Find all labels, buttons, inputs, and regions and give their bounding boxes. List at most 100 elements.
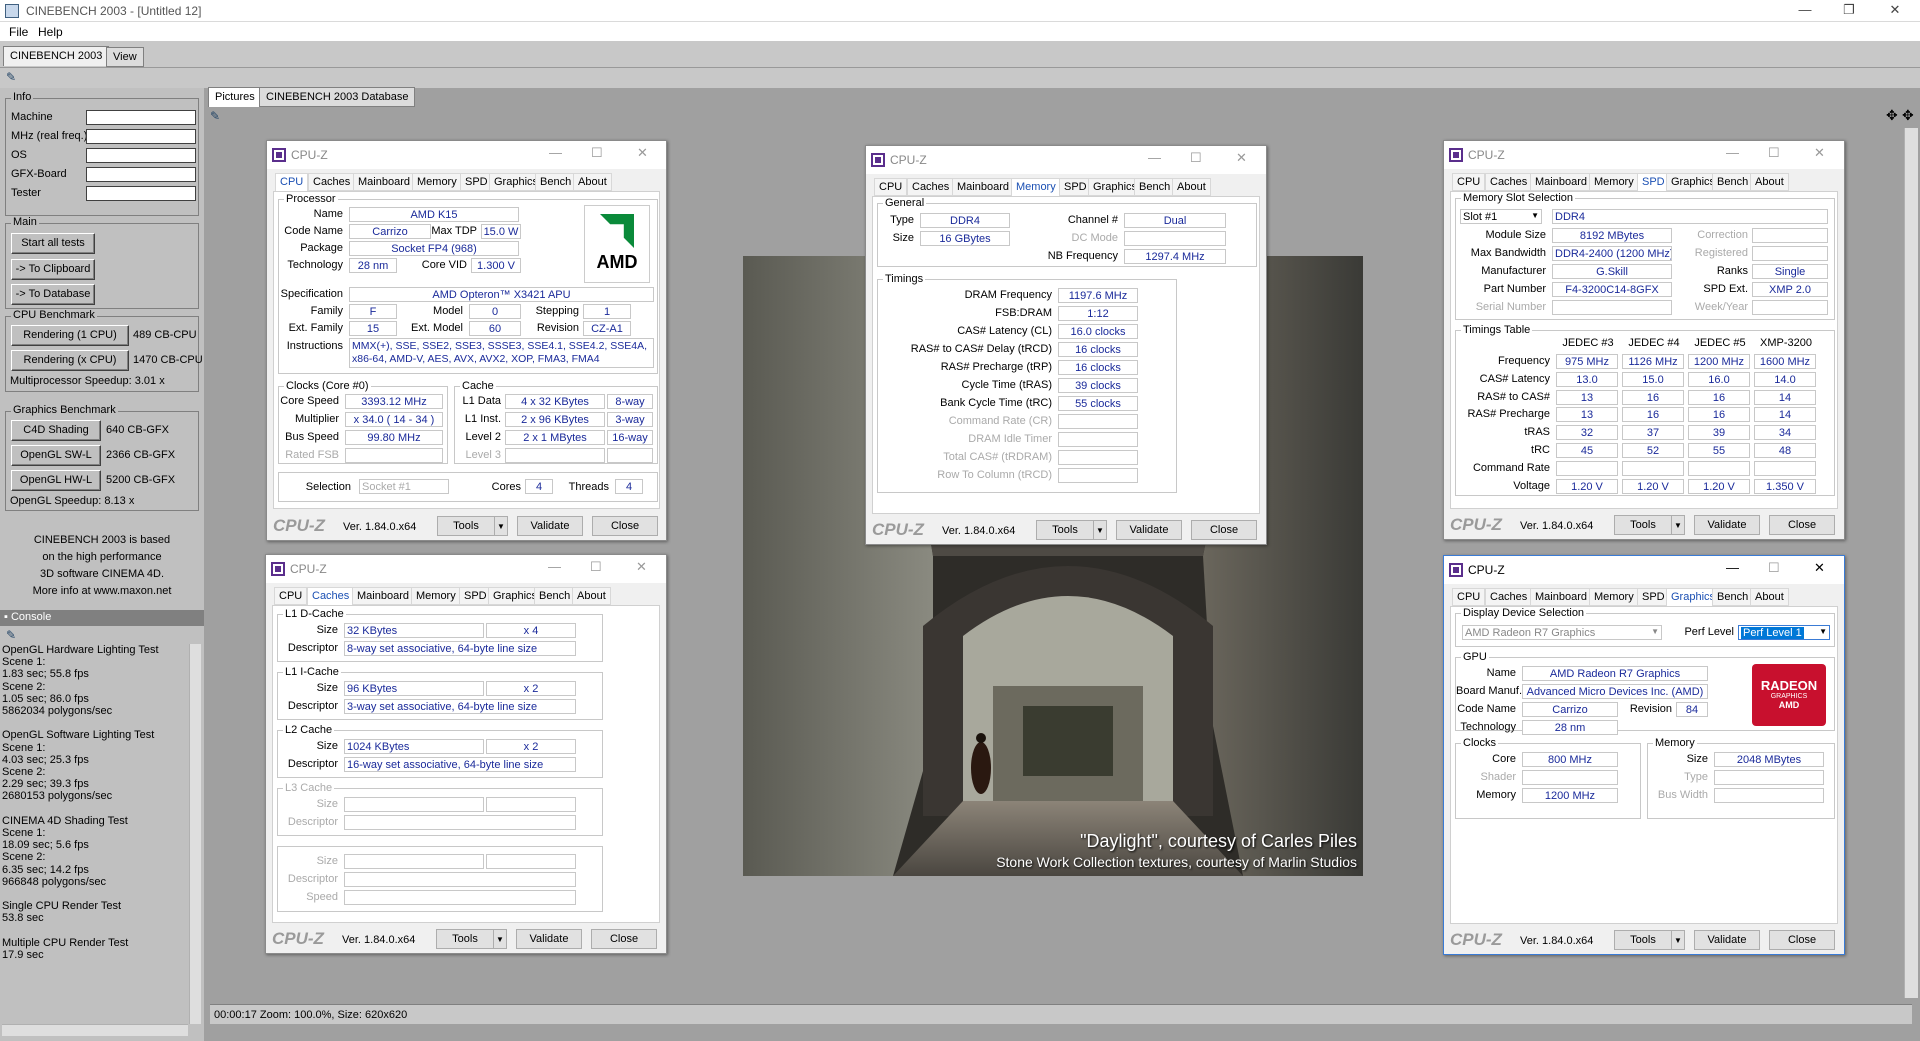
- tab-mainboard[interactable]: Mainboard: [1530, 173, 1592, 191]
- restore-button[interactable]: ❐: [1827, 2, 1871, 20]
- tools-button[interactable]: Tools: [436, 929, 494, 949]
- maximize-button[interactable]: ☐: [591, 145, 603, 161]
- minimize-button[interactable]: —: [1726, 145, 1739, 160]
- tab-caches[interactable]: Caches: [1485, 588, 1533, 606]
- tab-memory[interactable]: Memory: [1011, 178, 1061, 196]
- minimize-button[interactable]: —: [549, 145, 562, 160]
- console-hscrollbar[interactable]: [2, 1024, 188, 1036]
- maximize-button[interactable]: ☐: [1768, 145, 1780, 161]
- perf-level-select[interactable]: Perf Level 1 ▼: [1738, 625, 1830, 640]
- socket-select[interactable]: Socket #1: [359, 479, 449, 494]
- tools-dropdown[interactable]: ▼: [1093, 520, 1107, 540]
- tab-mainboard[interactable]: Mainboard: [1530, 588, 1592, 606]
- tab-bench[interactable]: Bench: [1712, 173, 1754, 191]
- tab-caches[interactable]: Caches: [1485, 173, 1533, 191]
- maximize-button[interactable]: ☐: [1768, 560, 1780, 576]
- tab-cpu[interactable]: CPU: [1452, 588, 1486, 606]
- tab-memory[interactable]: Memory: [1589, 173, 1639, 191]
- tab-spd[interactable]: SPD: [459, 587, 492, 605]
- tab-cpu[interactable]: CPU: [1452, 173, 1486, 191]
- tab-spd[interactable]: SPD: [1637, 588, 1670, 606]
- tab-bench[interactable]: Bench: [1134, 178, 1176, 196]
- close-button[interactable]: ✕: [1873, 2, 1917, 20]
- tab-memory[interactable]: Memory: [1589, 588, 1639, 606]
- tab-caches[interactable]: Caches: [307, 587, 355, 605]
- render-xcpu-button[interactable]: Rendering (x CPU): [11, 350, 129, 371]
- gfx-board-field[interactable]: [86, 167, 196, 182]
- close-button[interactable]: ✕: [1236, 150, 1247, 166]
- tab-view[interactable]: View: [106, 47, 144, 67]
- menu-help[interactable]: Help: [38, 25, 63, 39]
- tools-button[interactable]: Tools: [437, 516, 495, 536]
- viewport-scrollbar[interactable]: [1904, 128, 1918, 998]
- menu-file[interactable]: File: [9, 25, 28, 39]
- tab-mainboard[interactable]: Mainboard: [952, 178, 1014, 196]
- tab-pictures[interactable]: Pictures: [208, 87, 262, 107]
- tools-button[interactable]: Tools: [1614, 515, 1672, 535]
- tab-bench[interactable]: Bench: [535, 173, 577, 191]
- tester-field[interactable]: [86, 186, 196, 201]
- close-button[interactable]: Close: [591, 929, 657, 949]
- tab-bench[interactable]: Bench: [534, 587, 576, 605]
- machine-field[interactable]: [86, 110, 196, 125]
- zoom-icon[interactable]: ✥: [1902, 107, 1914, 124]
- tab-database[interactable]: CINEBENCH 2003 Database: [259, 87, 416, 107]
- tab-cpu[interactable]: CPU: [874, 178, 908, 196]
- tab-about[interactable]: About: [572, 587, 611, 605]
- tools-button[interactable]: Tools: [1614, 930, 1672, 950]
- opengl-hwl-button[interactable]: OpenGL HW-L: [11, 470, 101, 491]
- slot-select[interactable]: Slot #1 ▼: [1460, 209, 1542, 224]
- tab-bench[interactable]: Bench: [1712, 588, 1754, 606]
- start-all-tests-button[interactable]: Start all tests: [11, 233, 95, 254]
- tab-spd[interactable]: SPD: [1637, 173, 1670, 191]
- tab-mainboard[interactable]: Mainboard: [352, 587, 414, 605]
- tools-dropdown[interactable]: ▼: [1671, 515, 1685, 535]
- tab-memory[interactable]: Memory: [412, 173, 462, 191]
- close-button[interactable]: Close: [592, 516, 658, 536]
- tab-cinebench[interactable]: CINEBENCH 2003: [3, 46, 110, 66]
- tools-button[interactable]: Tools: [1036, 520, 1094, 540]
- tab-about[interactable]: About: [573, 173, 612, 191]
- close-button[interactable]: Close: [1769, 515, 1835, 535]
- display-device-select[interactable]: AMD Radeon R7 Graphics ▼: [1462, 625, 1662, 640]
- move-icon[interactable]: ✥: [1886, 107, 1898, 124]
- close-button[interactable]: Close: [1769, 930, 1835, 950]
- tab-cpu[interactable]: CPU: [274, 587, 308, 605]
- maximize-button[interactable]: ☐: [590, 559, 602, 575]
- tab-memory[interactable]: Memory: [411, 587, 461, 605]
- minimize-button[interactable]: —: [1148, 150, 1161, 165]
- viewport-pin-icon[interactable]: ✎: [210, 109, 220, 123]
- mhz-field[interactable]: [86, 129, 196, 144]
- close-button[interactable]: ✕: [636, 559, 647, 575]
- validate-button[interactable]: Validate: [1116, 520, 1182, 540]
- to-clipboard-button[interactable]: -> To Clipboard: [11, 259, 95, 280]
- validate-button[interactable]: Validate: [1694, 515, 1760, 535]
- os-field[interactable]: [86, 148, 196, 163]
- tools-dropdown[interactable]: ▼: [494, 516, 508, 536]
- tab-cpu[interactable]: CPU: [275, 173, 309, 191]
- minimize-button[interactable]: —: [1783, 2, 1827, 20]
- minimize-button[interactable]: —: [1726, 560, 1739, 575]
- console-scrollbar[interactable]: [189, 644, 201, 1024]
- tab-about[interactable]: About: [1750, 588, 1789, 606]
- opengl-swl-button[interactable]: OpenGL SW-L: [11, 445, 101, 466]
- close-button[interactable]: ✕: [1814, 560, 1825, 576]
- tab-caches[interactable]: Caches: [308, 173, 356, 191]
- tab-about[interactable]: About: [1172, 178, 1211, 196]
- tab-spd[interactable]: SPD: [1059, 178, 1092, 196]
- validate-button[interactable]: Validate: [517, 516, 583, 536]
- validate-button[interactable]: Validate: [1694, 930, 1760, 950]
- maximize-button[interactable]: ☐: [1190, 150, 1202, 166]
- to-database-button[interactable]: -> To Database: [11, 284, 95, 305]
- validate-button[interactable]: Validate: [516, 929, 582, 949]
- render-1cpu-button[interactable]: Rendering (1 CPU): [11, 325, 129, 346]
- tab-mainboard[interactable]: Mainboard: [353, 173, 415, 191]
- tools-dropdown[interactable]: ▼: [1671, 930, 1685, 950]
- tab-spd[interactable]: SPD: [460, 173, 493, 191]
- tools-dropdown[interactable]: ▼: [493, 929, 507, 949]
- console-pin-icon[interactable]: ✎: [6, 628, 16, 642]
- c4d-shading-button[interactable]: C4D Shading: [11, 420, 101, 441]
- close-button[interactable]: Close: [1191, 520, 1257, 540]
- close-button[interactable]: ✕: [637, 145, 648, 161]
- tab-caches[interactable]: Caches: [907, 178, 955, 196]
